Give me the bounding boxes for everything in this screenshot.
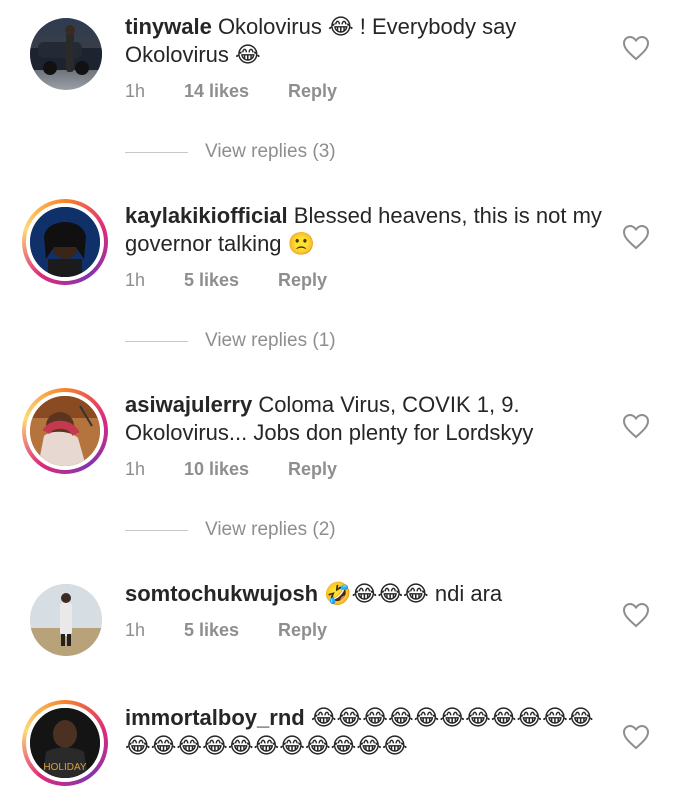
heart-outline-icon[interactable]: [622, 224, 650, 250]
avatar-photo: [30, 25, 102, 75]
comment-username[interactable]: tinywale: [125, 14, 212, 39]
comment-time: 1h: [125, 270, 146, 290]
comment-body: 🤣😂😂😂 ndi ara: [324, 581, 503, 606]
avatar[interactable]: [30, 584, 102, 656]
avatar-photo: [30, 207, 100, 277]
avatar[interactable]: [30, 18, 102, 90]
heart-outline-icon[interactable]: [622, 35, 650, 61]
comment-username[interactable]: asiwajulerry: [125, 392, 252, 417]
avatar[interactable]: [22, 388, 108, 474]
comment-time: 1h: [125, 81, 146, 101]
view-replies-label: View replies (3): [205, 141, 336, 162]
avatar-photo: [30, 584, 102, 656]
comment-username[interactable]: immortalboy_rnd: [125, 705, 305, 730]
comment-text: tinywale Okolovirus 😂 ! Everybody say Ok…: [125, 13, 615, 69]
comment-text: kaylakikiofficial Blessed heavens, this …: [125, 202, 615, 258]
avatar-caption: HOLIDAY: [43, 762, 86, 773]
reply-button[interactable]: Reply: [278, 268, 327, 292]
heart-outline-icon[interactable]: [622, 724, 650, 750]
reply-button[interactable]: Reply: [288, 457, 337, 481]
comment-username[interactable]: somtochukwujosh: [125, 581, 318, 606]
comment-text: somtochukwujosh 🤣😂😂😂 ndi ara: [125, 580, 615, 608]
comment-time: 1h: [125, 459, 146, 479]
avatar[interactable]: [22, 199, 108, 285]
comment-username[interactable]: kaylakikiofficial: [125, 203, 288, 228]
comment-likes[interactable]: 5 likes: [184, 618, 239, 642]
avatar-photo: [30, 396, 100, 466]
heart-outline-icon[interactable]: [622, 413, 650, 439]
heart-outline-icon[interactable]: [622, 602, 650, 628]
comment-likes[interactable]: 10 likes: [184, 457, 249, 481]
comment-likes[interactable]: 5 likes: [184, 268, 239, 292]
comment-text: asiwajulerry Coloma Virus, COVIK 1, 9. O…: [125, 391, 615, 447]
reply-button[interactable]: Reply: [288, 79, 337, 103]
comment-text: immortalboy_rnd 😂😂😂😂😂😂😂😂😂😂😂😂😂😂😂😂😂😂😂😂😂😂: [125, 704, 595, 760]
comment-likes[interactable]: 14 likes: [184, 79, 249, 103]
avatar-photo: HOLIDAY: [30, 708, 100, 778]
view-replies-divider: [125, 530, 188, 531]
view-replies-label: View replies (1): [205, 330, 336, 351]
view-replies-divider: [125, 341, 188, 342]
comment-time: 1h: [125, 620, 146, 640]
view-replies-label: View replies (2): [205, 519, 336, 540]
avatar[interactable]: HOLIDAY: [22, 700, 108, 786]
reply-button[interactable]: Reply: [278, 618, 327, 642]
view-replies-divider: [125, 152, 188, 153]
